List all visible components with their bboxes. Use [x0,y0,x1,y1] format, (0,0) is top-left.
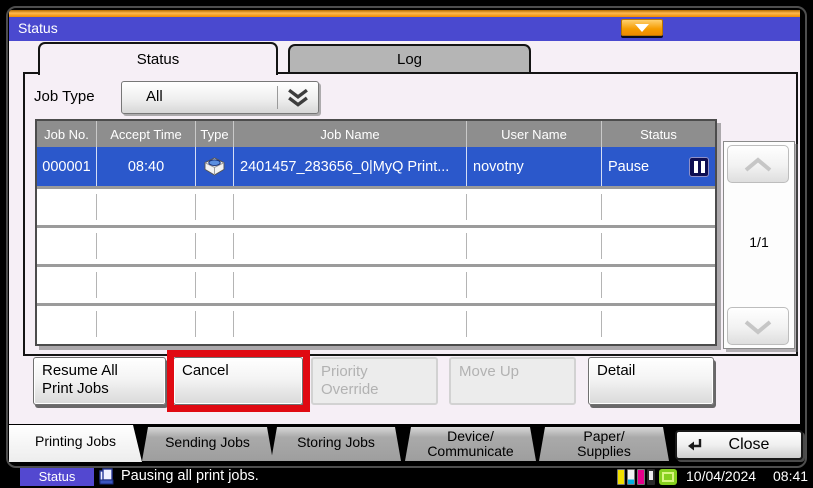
pause-icon [689,157,709,177]
close-button-label: Close [705,436,793,454]
col-header-type: Type [196,121,234,147]
status-message: Pausing all print jobs. [121,468,259,484]
cell-status-text: Pause [608,159,649,175]
tab-paper-label-line2: Supplies [539,444,669,459]
job-table: Job No. Accept Time Type Job Name User N… [35,119,717,346]
toner-level-indicators [617,469,655,485]
col-header-accept-time: Accept Time [97,121,196,147]
memory-indicator-icon [659,469,677,485]
cancel-button[interactable]: Cancel [173,357,303,405]
tab-device-label-line1: Device/ [405,429,536,444]
col-header-job-name: Job Name [234,121,467,147]
job-type-value: All [146,88,163,105]
tab-paper-label-line1: Paper/ [539,429,669,444]
tab-sending-jobs-label: Sending Jobs [165,434,250,450]
col-header-user-name: User Name [467,121,602,147]
window-titlebar: Status [9,17,800,41]
tab-sending-jobs[interactable]: Sending Jobs [142,427,273,461]
tab-status-label: Status [137,51,180,68]
tab-device-communicate[interactable]: Device/ Communicate [405,427,536,461]
touch-screen: Status Status Log Job Type All [0,0,813,488]
chevron-up-icon [741,156,775,173]
bottom-tab-strip: Printing Jobs Sending Jobs Storing Jobs … [9,424,800,462]
window-content: Status Log Job Type All [9,41,800,424]
cell-type [196,147,234,186]
job-type-dropdown[interactable]: All [121,81,319,114]
col-header-status: Status [602,121,715,147]
toner-magenta-icon [637,469,645,485]
tab-log[interactable]: Log [288,44,531,73]
dropdown-divider [277,86,278,109]
resume-all-print-jobs-button[interactable]: Resume All Print Jobs [33,357,166,405]
status-date: 10/04/2024 [686,468,756,484]
col-header-job-no: Job No. [37,121,97,147]
device-status-bar: Status Pausing all print jobs. 10/04/202… [0,466,813,488]
status-badge: Status [20,468,94,486]
cancel-label: Cancel [182,362,294,380]
resume-label-line2: Print Jobs [42,380,157,398]
window-title: Status [18,20,58,36]
cell-job-no: 000001 [37,147,97,186]
tab-storing-jobs-label: Storing Jobs [297,434,375,450]
job-type-label: Job Type [34,88,95,105]
priority-label-line1: Priority [321,363,428,381]
status-time: 08:41 [773,468,808,484]
return-arrow-icon [685,436,705,454]
toner-cyan-icon [627,469,635,485]
window-top-accent [9,10,800,17]
tab-status[interactable]: Status [38,42,278,75]
scroll-pager: 1/1 [723,141,795,349]
printer-status-icon [98,468,116,485]
scroll-up-button[interactable] [727,145,789,183]
resume-label-line1: Resume All [42,362,157,380]
priority-label-line2: Override [321,381,428,399]
tab-log-label: Log [397,51,422,68]
toner-black-icon [647,469,655,485]
page-indicator: 1/1 [724,234,794,250]
collapse-button[interactable] [621,19,663,36]
table-row-empty [37,186,715,225]
detail-button[interactable]: Detail [588,357,714,405]
tab-printing-jobs-label: Printing Jobs [35,433,116,449]
down-triangle-icon [635,24,649,32]
move-up-button[interactable]: Move Up [449,357,576,405]
cell-user-name: novotny [467,147,602,186]
table-row-empty [37,303,715,342]
printer-icon [204,157,225,176]
chevron-down-icon [741,318,775,335]
double-chevron-down-icon [285,88,311,113]
table-row-selected[interactable]: 000001 08:40 [37,147,715,186]
status-window: Status Status Log Job Type All [6,6,807,468]
tab-storing-jobs[interactable]: Storing Jobs [271,427,401,461]
job-table-header: Job No. Accept Time Type Job Name User N… [37,121,715,147]
close-button[interactable]: Close [675,430,803,460]
move-up-label: Move Up [459,363,566,381]
cell-job-name: 2401457_283656_0|MyQ Print... [234,147,467,186]
toner-yellow-icon [617,469,625,485]
detail-label: Detail [597,362,705,380]
status-panel: Job Type All Job No. Accept Time [23,72,798,356]
table-row-empty [37,264,715,303]
table-row-empty [37,225,715,264]
tab-paper-supplies[interactable]: Paper/ Supplies [539,427,669,461]
cell-status: Pause [602,147,715,186]
tab-device-label-line2: Communicate [405,444,536,459]
cell-accept-time: 08:40 [97,147,196,186]
priority-override-button[interactable]: Priority Override [311,357,438,405]
tab-printing-jobs[interactable]: Printing Jobs [9,425,142,462]
scroll-down-button[interactable] [727,307,789,345]
